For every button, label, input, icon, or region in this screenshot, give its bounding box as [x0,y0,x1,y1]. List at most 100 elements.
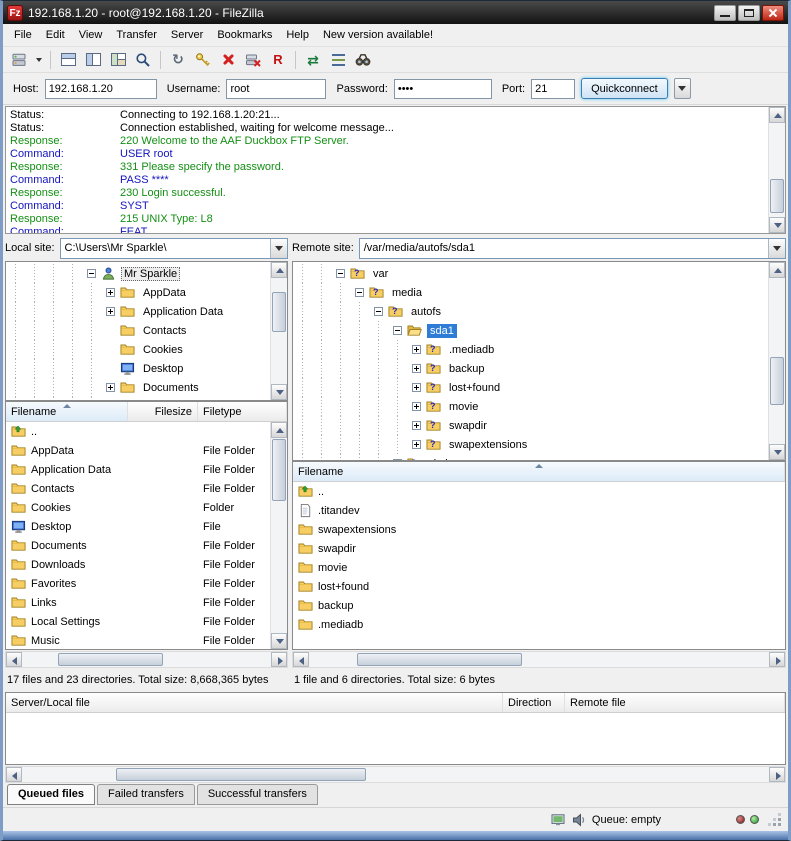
file-row[interactable]: lost+found [293,577,785,596]
queue-body[interactable] [6,713,785,764]
scroll-right-icon[interactable] [769,652,785,667]
expand-icon[interactable] [106,307,115,316]
file-row[interactable]: swapextensions [293,520,785,539]
scroll-right-icon[interactable] [271,652,287,667]
collapse-icon[interactable] [374,307,383,316]
file-row[interactable]: AppDataFile Folder [6,441,269,460]
file-row[interactable]: DesktopFile [6,517,269,536]
tree-item[interactable]: movie [293,397,767,416]
collapse-icon[interactable] [336,269,345,278]
tree-item[interactable]: media [293,283,767,302]
find-files-icon[interactable] [351,49,375,71]
expand-icon[interactable] [412,345,421,354]
site-manager-button[interactable] [7,49,31,71]
new-version-notice[interactable]: New version available! [316,26,440,44]
expand-icon[interactable] [106,383,115,392]
file-row[interactable]: movie [293,558,785,577]
scroll-down-icon[interactable] [271,633,287,649]
file-row[interactable]: Local SettingsFile Folder [6,612,269,631]
local-list-vertical-scrollbar[interactable] [270,422,287,649]
column-header-filename[interactable]: Filename [293,462,785,481]
scroll-up-icon[interactable] [271,262,287,278]
scroll-thumb[interactable] [357,653,522,666]
process-queue-icon[interactable] [191,49,215,71]
file-row[interactable]: DocumentsFile Folder [6,536,269,555]
disconnect-icon[interactable] [241,49,265,71]
resize-grip[interactable] [767,812,782,827]
scroll-thumb[interactable] [272,439,286,501]
file-row[interactable]: swapdir [293,539,785,558]
tree-item[interactable]: sda1 [293,321,767,340]
collapse-icon[interactable] [393,326,402,335]
scroll-down-icon[interactable] [271,384,287,400]
file-row[interactable]: .. [293,482,785,501]
file-row[interactable]: .titandev [293,501,785,520]
menu-view[interactable]: View [72,26,110,44]
scroll-thumb[interactable] [58,653,163,666]
toggle-remote-tree-button[interactable] [106,49,130,71]
tree-item[interactable]: Mr Sparkle [6,264,269,283]
tree-item[interactable]: .mediadb [293,340,767,359]
file-row[interactable]: Application DataFile Folder [6,460,269,479]
title-bar[interactable]: Fz 192.168.1.20 - root@192.168.1.20 - Fi… [3,1,788,24]
column-header-filetype[interactable]: Filetype [198,402,287,421]
chevron-down-icon[interactable] [768,239,785,258]
column-header-direction[interactable]: Direction [503,693,565,712]
scroll-up-icon[interactable] [769,262,785,278]
site-manager-dropdown-icon[interactable] [32,49,45,71]
tree-item[interactable]: swapdir [293,416,767,435]
scroll-thumb[interactable] [770,179,784,213]
local-horizontal-scrollbar[interactable] [5,651,288,668]
tree-item[interactable]: AppData [6,283,269,302]
tree-item[interactable]: Application Data [6,302,269,321]
tree-item[interactable]: lost+found [293,378,767,397]
file-row[interactable]: LinksFile Folder [6,593,269,612]
menu-help[interactable]: Help [279,26,316,44]
filename-filters-icon[interactable] [131,49,155,71]
column-header-server-local-file[interactable]: Server/Local file [6,693,503,712]
directory-comparison-icon[interactable] [326,49,350,71]
tree-item[interactable]: Downloads [6,397,269,400]
expand-icon[interactable] [412,402,421,411]
scroll-thumb[interactable] [770,357,784,405]
toggle-message-log-button[interactable] [56,49,80,71]
tree-item[interactable]: dvd [293,454,767,460]
menu-file[interactable]: File [7,26,39,44]
quickconnect-dropdown-icon[interactable] [674,78,691,99]
tab-queued-files[interactable]: Queued files [7,784,95,805]
scroll-left-icon[interactable] [6,652,22,667]
scroll-left-icon[interactable] [6,767,22,782]
tree-item[interactable]: autofs [293,302,767,321]
file-row[interactable]: CookiesFolder [6,498,269,517]
directory-comparison-status-icon[interactable] [550,812,567,828]
close-button[interactable] [762,5,784,21]
file-row[interactable]: DownloadsFile Folder [6,555,269,574]
local-tree-vertical-scrollbar[interactable] [270,262,287,400]
reconnect-icon[interactable]: R [266,49,290,71]
password-input[interactable] [394,79,492,99]
minimize-button[interactable] [714,5,736,21]
file-row[interactable]: backup [293,596,785,615]
scroll-left-icon[interactable] [293,652,309,667]
menu-transfer[interactable]: Transfer [109,26,164,44]
expand-icon[interactable] [393,459,402,460]
expand-icon[interactable] [412,440,421,449]
local-site-combo[interactable]: C:\Users\Mr Sparkle\ [60,238,288,259]
cancel-operation-icon[interactable] [216,49,240,71]
expand-icon[interactable] [412,364,421,373]
maximize-button[interactable] [738,5,760,21]
queue-horizontal-scrollbar[interactable] [5,766,786,783]
scroll-right-icon[interactable] [769,767,785,782]
expand-icon[interactable] [412,421,421,430]
speaker-icon[interactable] [571,812,588,828]
file-row[interactable]: .mediadb [293,615,785,634]
refresh-button[interactable]: ↻ [166,49,190,71]
expand-icon[interactable] [106,288,115,297]
column-header-filesize[interactable]: Filesize [128,402,198,421]
file-row[interactable]: MusicFile Folder [6,631,269,649]
toggle-local-tree-button[interactable] [81,49,105,71]
username-input[interactable] [226,79,326,99]
file-row[interactable]: .. [6,422,269,441]
tree-item[interactable]: backup [293,359,767,378]
expand-icon[interactable] [412,383,421,392]
